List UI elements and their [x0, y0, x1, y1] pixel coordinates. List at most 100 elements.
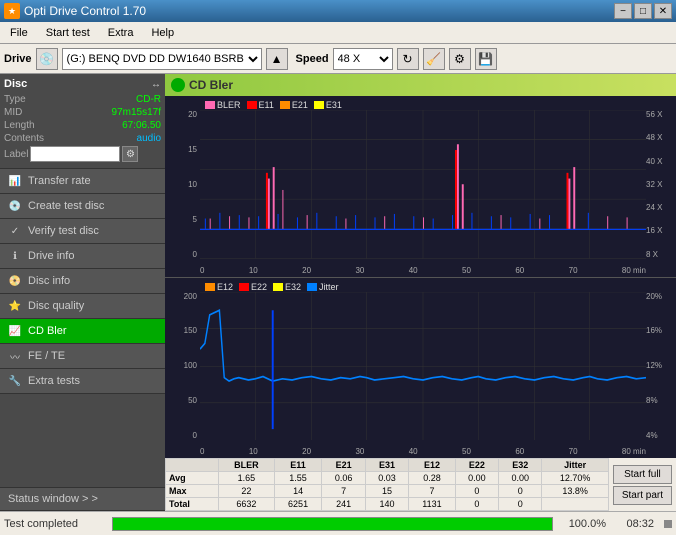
main-layout: Disc ↔ Type CD-R MID 97m15s17f Length 67…: [0, 74, 676, 511]
sidebar-item-fe-te[interactable]: 〰 FE / TE: [0, 344, 165, 369]
refresh-button[interactable]: ↻: [397, 48, 419, 70]
eject-button[interactable]: ▲: [266, 48, 288, 70]
upper-chart: BLER E11 E21 E31: [165, 96, 676, 278]
status-bar: Test completed 100.0% 08:32: [0, 511, 676, 535]
sidebar-item-disc-info[interactable]: 📀 Disc info: [0, 269, 165, 294]
stats-table-wrapper: BLER E11 E21 E31 E12 E22 E32 Jitter: [165, 458, 609, 511]
lower-x-label-70: 70: [569, 447, 578, 456]
y-right-48x: 48 X: [646, 133, 676, 142]
lower-x-label-80min: 80 min: [622, 447, 646, 456]
drive-info-icon: ℹ: [8, 249, 22, 263]
status-window-button[interactable]: Status window > >: [0, 487, 165, 511]
sidebar-item-create-test-disc[interactable]: 💿 Create test disc: [0, 194, 165, 219]
stats-max-e31: 15: [365, 485, 408, 498]
menu-help[interactable]: Help: [143, 25, 182, 41]
sidebar-item-drive-info[interactable]: ℹ Drive info: [0, 244, 165, 269]
menu-start-test[interactable]: Start test: [38, 25, 98, 41]
legend-e32: E32: [273, 282, 301, 292]
disc-mid-row: MID 97m15s17f: [4, 107, 161, 118]
disc-type-row: Type CD-R: [4, 94, 161, 105]
sidebar-item-disc-quality-label: Disc quality: [28, 300, 84, 312]
save-button[interactable]: 💾: [475, 48, 497, 70]
drive-select[interactable]: (G:) BENQ DVD DD DW1640 BSRB: [62, 48, 262, 70]
stats-avg-e31: 0.03: [365, 472, 408, 485]
label-gear-button[interactable]: ⚙: [122, 146, 138, 162]
sidebar-item-fe-te-label: FE / TE: [28, 350, 65, 362]
stats-total-jitter: [542, 498, 608, 511]
create-test-disc-icon: 💿: [8, 199, 22, 213]
y-right-32x: 32 X: [646, 180, 676, 189]
start-full-button[interactable]: Start full: [613, 465, 672, 484]
cd-bler-icon: 📈: [8, 324, 22, 338]
legend-e21: E21: [280, 100, 308, 110]
lower-chart-svg: [200, 292, 646, 441]
minimize-button[interactable]: −: [614, 3, 632, 19]
menu-file[interactable]: File: [2, 25, 36, 41]
legend-e12: E12: [205, 282, 233, 292]
disc-contents-value: audio: [137, 133, 161, 144]
disc-type-key: Type: [4, 94, 26, 105]
sidebar-item-transfer-rate[interactable]: 📊 Transfer rate: [0, 169, 165, 194]
stats-max-e12: 7: [409, 485, 456, 498]
y-right-40x: 40 X: [646, 157, 676, 166]
stats-total-e12: 1131: [409, 498, 456, 511]
stats-total-e21: 241: [322, 498, 365, 511]
y-right-16x: 16 X: [646, 226, 676, 235]
menu-extra[interactable]: Extra: [100, 25, 142, 41]
bler-status-icon: [171, 78, 185, 92]
sidebar-item-verify-test-disc[interactable]: ✓ Verify test disc: [0, 219, 165, 244]
col-header-e22: E22: [455, 459, 498, 472]
start-part-button[interactable]: Start part: [613, 486, 672, 505]
progress-time: 08:32: [614, 518, 654, 530]
sidebar-item-cd-bler-label: CD Bler: [28, 325, 67, 337]
progress-percentage: 100.0%: [561, 518, 606, 530]
lower-x-label-0: 0: [200, 447, 204, 456]
speed-select[interactable]: 48 X: [333, 48, 393, 70]
disc-arrow-icon[interactable]: ↔: [151, 79, 161, 90]
legend-e31: E31: [314, 100, 342, 110]
stats-area: BLER E11 E21 E31 E12 E22 E32 Jitter: [165, 458, 676, 511]
col-header-e11: E11: [274, 459, 322, 472]
progress-bar: [112, 517, 553, 531]
app-title: Opti Drive Control 1.70: [24, 4, 146, 18]
upper-chart-svg: [200, 110, 646, 259]
y-label-100: 100: [165, 361, 200, 370]
maximize-button[interactable]: □: [634, 3, 652, 19]
disc-label-input[interactable]: [30, 146, 120, 162]
disc-quality-icon: ⭐: [8, 299, 22, 313]
clear-button[interactable]: 🧹: [423, 48, 445, 70]
fe-te-icon: 〰: [8, 349, 22, 363]
y-right-8pct: 8%: [646, 396, 676, 405]
verify-test-disc-icon: ✓: [8, 224, 22, 238]
sidebar-item-drive-info-label: Drive info: [28, 250, 74, 262]
close-button[interactable]: ✕: [654, 3, 672, 19]
disc-length-value: 67:06.50: [122, 120, 161, 131]
sidebar-item-extra-tests[interactable]: 🔧 Extra tests: [0, 369, 165, 394]
lower-x-label-20: 20: [302, 447, 311, 456]
settings-button[interactable]: ⚙: [449, 48, 471, 70]
lower-x-label-50: 50: [462, 447, 471, 456]
stats-avg-e21: 0.06: [322, 472, 365, 485]
x-label-0: 0: [200, 266, 204, 275]
stats-max-e32: 0: [499, 485, 542, 498]
legend-e32-text: E32: [285, 282, 301, 292]
sidebar-item-cd-bler[interactable]: 📈 CD Bler: [0, 319, 165, 344]
lower-x-label-30: 30: [355, 447, 364, 456]
legend-e11-text: E11: [259, 100, 274, 110]
x-label-20: 20: [302, 266, 311, 275]
disc-title: Disc: [4, 78, 27, 90]
lower-x-axis: 0 10 20 30 40 50 60 70 80 min: [200, 447, 646, 456]
y-right-24x: 24 X: [646, 203, 676, 212]
y-label-200: 200: [165, 292, 200, 301]
upper-x-axis: 0 10 20 30 40 50 60 70 80 min: [200, 266, 646, 275]
stats-max-row: Max 22 14 7 15 7 0 0 13.8%: [166, 485, 609, 498]
col-header-e32: E32: [499, 459, 542, 472]
y-label-5: 5: [165, 215, 200, 224]
legend-e22-text: E22: [251, 282, 267, 292]
stats-total-row: Total 6632 6251 241 140 1131 0 0: [166, 498, 609, 511]
col-header-bler: BLER: [219, 459, 275, 472]
legend-e11-color: [247, 101, 257, 109]
sidebar-item-disc-quality[interactable]: ⭐ Disc quality: [0, 294, 165, 319]
stats-avg-bler: 1.65: [219, 472, 275, 485]
disc-label-row: Label ⚙: [4, 146, 161, 162]
